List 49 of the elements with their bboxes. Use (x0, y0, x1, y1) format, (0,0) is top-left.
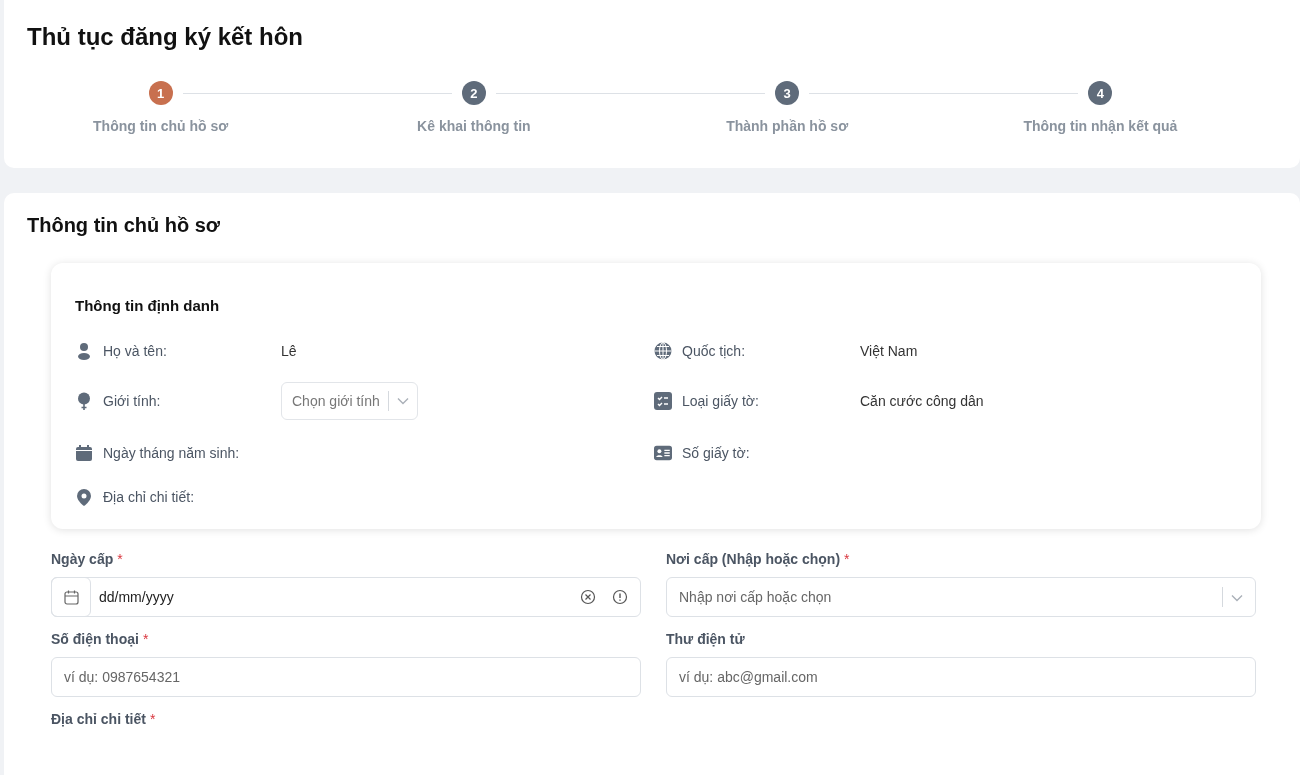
date-input[interactable]: dd/mm/yyyy (91, 589, 580, 605)
info-icon (612, 589, 628, 605)
step-number[interactable]: 1 (148, 81, 173, 105)
calendar-icon (75, 444, 93, 462)
input-field[interactable]: ví dụ: 0987654321 (52, 658, 640, 696)
required-mark: * (117, 551, 123, 567)
card-title: Thông tin định danh (75, 297, 220, 314)
info-label: Số giấy tờ: (682, 445, 751, 461)
globe-icon (654, 342, 672, 360)
location-pin-icon (75, 488, 93, 506)
step-label[interactable]: Thông tin chủ hồ sơ (93, 118, 229, 134)
step-number[interactable]: 4 (1088, 81, 1113, 105)
info-label: Ngày tháng năm sinh: (103, 445, 241, 461)
gender-select[interactable]: Chọn giới tính (281, 382, 418, 420)
info-label: Quốc tịch: (682, 343, 747, 359)
field-label: Số điện thoại (51, 631, 139, 647)
female-icon (75, 392, 93, 410)
info-label: Loại giấy tờ: (682, 393, 760, 409)
info-value: Việt Nam (860, 343, 918, 359)
step-number[interactable]: 2 (461, 81, 486, 105)
person-icon (75, 342, 93, 360)
field-label: Ngày cấp (51, 551, 114, 567)
clear-icon[interactable] (580, 589, 596, 605)
id-card-icon (654, 444, 672, 462)
step-label[interactable]: Thành phần hồ sơ (726, 118, 849, 134)
place-select[interactable]: Nhập nơi cấp hoặc chọn (666, 577, 1256, 617)
step-label[interactable]: Kê khai thông tin (417, 118, 531, 134)
info-value: Lê (281, 343, 297, 359)
page-title: Thủ tục đăng ký kết hôn (27, 23, 303, 51)
field-label: Nơi cấp (Nhập hoặc chọn) (666, 551, 841, 567)
info-label: Họ và tên: (103, 343, 168, 359)
checklist-icon (654, 392, 672, 410)
step-label[interactable]: Thông tin nhận kết quả (1023, 118, 1178, 134)
field-label: Địa chỉ chi tiết (51, 711, 146, 727)
required-mark: * (149, 711, 156, 727)
required-mark: * (142, 631, 149, 647)
info-label: Địa chỉ chi tiết: (103, 489, 196, 505)
calendar-icon (63, 589, 79, 605)
info-value: Căn cước công dân (860, 393, 984, 409)
step-number[interactable]: 3 (775, 81, 800, 105)
input-field[interactable]: ví dụ: abc@gmail.com (667, 658, 1255, 696)
info-label: Giới tính: (103, 393, 162, 409)
chevron-down-icon (1231, 594, 1243, 602)
chevron-down-icon (396, 397, 409, 405)
section-title: Thông tin chủ hồ sơ (27, 214, 221, 237)
date-field[interactable]: dd/mm/yyyy (51, 577, 641, 617)
place-input[interactable]: Nhập nơi cấp hoặc chọn (667, 589, 1214, 605)
required-mark: * (844, 551, 850, 567)
field-label: Thư điện tử (666, 631, 745, 647)
